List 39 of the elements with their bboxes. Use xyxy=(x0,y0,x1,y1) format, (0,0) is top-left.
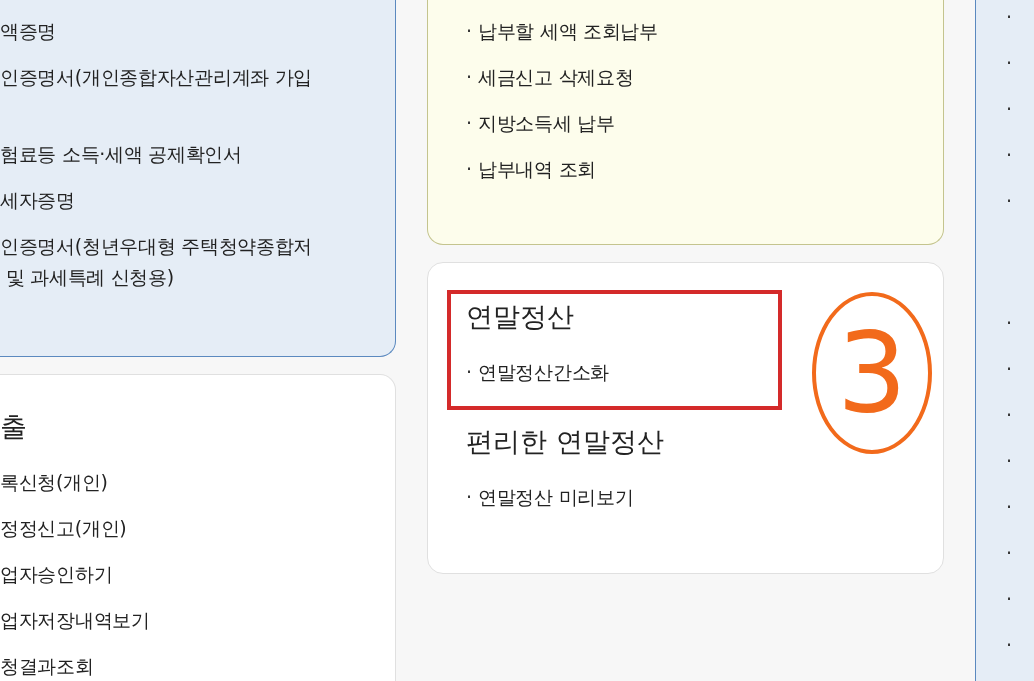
bullet: · xyxy=(466,19,473,44)
bullet: · xyxy=(466,485,473,510)
menu-link[interactable]: 업자저장내역보기 xyxy=(0,605,150,636)
menu-link[interactable]: 액증명 xyxy=(0,16,395,47)
bullet: · xyxy=(466,111,473,136)
bullet: · xyxy=(466,360,473,385)
bullet: · xyxy=(1006,357,1013,382)
menu-link[interactable]: 연말정산 미리보기 xyxy=(478,482,634,513)
card-title: 출 xyxy=(0,410,28,444)
bullet: · xyxy=(1006,587,1013,612)
bullet: · xyxy=(1006,51,1013,76)
bullet: · xyxy=(1006,495,1013,520)
menu-link[interactable]: 납부내역 조회 xyxy=(478,154,596,185)
menu-link[interactable]: 청결과조회 xyxy=(0,651,94,681)
menu-link[interactable]: 세자증명 xyxy=(0,185,395,216)
bullet: · xyxy=(466,157,473,182)
menu-link[interactable]: 험료등 소득·세액 공제확인서 xyxy=(0,139,395,170)
circled-number: 3 xyxy=(812,292,932,454)
menu-link[interactable]: 정정신고(개인) xyxy=(0,513,127,544)
bullet: · xyxy=(1006,403,1013,428)
bullet: · xyxy=(1006,449,1013,474)
bullet: · xyxy=(1006,311,1013,336)
menu-link[interactable]: 세금신고 삭제요청 xyxy=(478,62,634,93)
menu-link[interactable]: 연말정산간소화 xyxy=(478,357,609,388)
menu-link[interactable]: 인증명서(청년우대형 주택청약종합저 및 과세특례 신청용) xyxy=(0,231,395,293)
section-title: 편리한 연말정산 xyxy=(466,425,665,459)
bullet: · xyxy=(1006,5,1013,30)
bullet: · xyxy=(1006,189,1013,214)
menu-link[interactable]: 인증명서(개인종합자산관리계좌 가입 xyxy=(0,62,395,93)
menu-link[interactable]: 납부할 세액 조회납부 xyxy=(478,16,658,47)
bullet: · xyxy=(1006,97,1013,122)
menu-link[interactable]: 지방소득세 납부 xyxy=(478,108,615,139)
bullet: · xyxy=(1006,633,1013,658)
menu-link[interactable]: 업자승인하기 xyxy=(0,559,113,590)
menu-link[interactable]: 록신청(개인) xyxy=(0,467,108,498)
bullet: · xyxy=(1006,541,1013,566)
section-title: 연말정산 xyxy=(466,300,575,334)
bullet: · xyxy=(466,65,473,90)
bullet: · xyxy=(1006,143,1013,168)
